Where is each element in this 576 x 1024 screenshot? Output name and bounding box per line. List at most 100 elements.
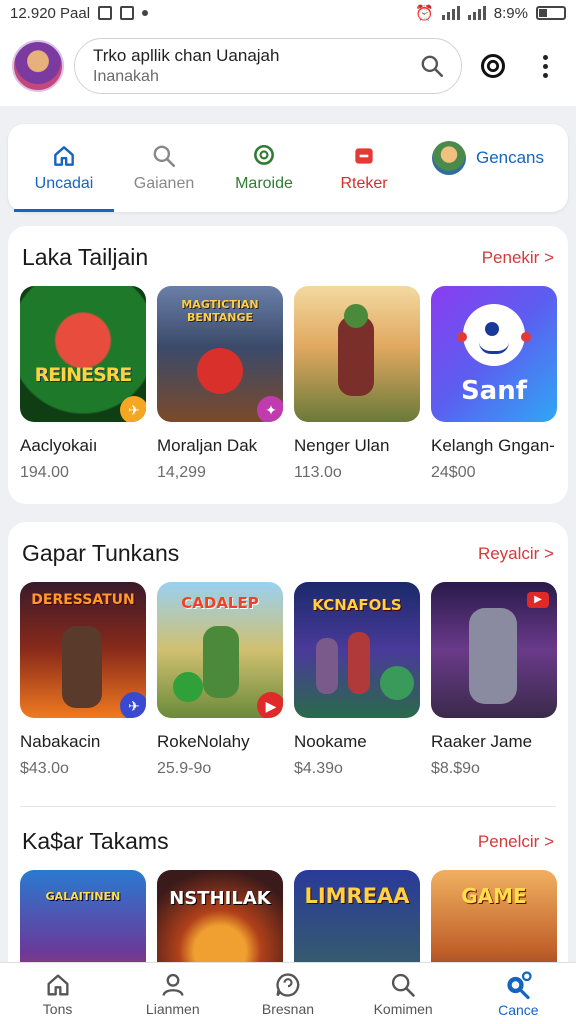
battery-percent: 8:9% [493,4,528,22]
app-card[interactable]: CADALEP ▶ RokeNolahy 25.9-9o [157,582,283,778]
app-price: $4.39o [294,760,343,777]
notification-dot-icon [142,10,149,16]
badge-icon: ✈ [120,692,146,718]
smiley-logo-icon [457,304,531,366]
app-card[interactable]: Nenger Ulan 113.0o [294,286,420,482]
app-price: $8.$9o [431,760,480,777]
tab-label: Rteker [340,175,388,192]
app-card[interactable]: ▶ Raaker Jame $8.$9o [431,582,557,778]
nav-bresnan[interactable]: Bresnan [238,971,338,1017]
thumbnail-title: KCNAFOLS [312,596,402,614]
user-avatar[interactable] [12,40,64,92]
thumbnail-title: NSTHILAK [169,888,271,909]
see-more-link[interactable]: Penekir > [482,248,554,268]
section-title: Ka$ar Takams [22,828,169,854]
tag-icon [355,148,373,164]
category-tabs: Uncadai Gaianen Maroide Rteker Gencans [8,124,568,212]
tab-gaianen[interactable]: Gaianen [114,124,214,212]
app-name: Nookame [294,732,367,751]
search-title: Trko apllik chan Uanajah [93,46,280,65]
image-icon [120,6,135,20]
search-active-icon [507,970,532,999]
search-subtitle: Inanakah [93,68,159,85]
tab-maroide[interactable]: Maroide [214,124,314,212]
tab-label: Uncadai [34,175,94,192]
see-more-link[interactable]: Penelcir > [478,832,554,852]
section-divider [20,806,556,807]
app-name: Raaker Jame [431,732,533,751]
status-bar: 12.920 Paal ⏰ 8:9% [0,0,576,26]
app-price: 24$00 [431,464,476,481]
app-name: Kelangh Gngan- [431,436,555,455]
app-thumbnail: Sanf [431,286,557,422]
person-icon [162,973,184,996]
thumbnail-title: DERESSATUN [31,592,135,608]
thumbnail-title: REINESRE [34,364,133,386]
gallery-icon [98,6,113,20]
app-price: 14,299 [157,464,206,481]
screen-cast-icon[interactable] [478,51,508,81]
app-card[interactable]: REINESRE ✈ Aaclyokaiı 194.00 [20,286,146,482]
search-icon [153,145,176,168]
chat-bubble-icon [276,972,300,997]
section-title: Gapar Tunkans [22,540,180,566]
thumbnail-title: LIMREAA [304,884,410,908]
signal-icon [467,6,486,20]
app-card[interactable]: DERESSATUN ✈ Nabakacin $43.0o [20,582,146,778]
thumbnail-title: GAME [461,884,527,908]
app-card[interactable]: KCNAFOLS Nookame $4.39o [294,582,420,778]
battery-icon [536,6,566,20]
app-name: Nabakacin [20,732,101,751]
thumbnail-title: CADALEP [181,594,259,612]
status-time: 12.920 Paal [10,4,91,22]
app-card[interactable]: MAGTICTIAN BENTANGE ✦ Moraljan Dak 14,29… [157,286,283,482]
see-more-link[interactable]: Reyalcir > [478,544,554,564]
tab-profile[interactable]: Gencans [414,124,562,212]
app-name: RokeNolahy [157,732,250,751]
alarm-icon: ⏰ [415,5,434,22]
tab-label: Gaianen [133,175,195,192]
more-options-icon[interactable] [530,51,560,81]
thumbnail-title: GALAITINEN [45,890,121,903]
nav-label: Komimen [373,1000,433,1017]
chat-icon [254,144,274,165]
tab-uncadai[interactable]: Uncadai [14,124,114,212]
app-thumbnail [294,286,420,422]
app-thumbnail: REINESRE ✈ [20,286,146,422]
thumbnail-title: Sanf [460,376,528,406]
profile-avatar [431,141,466,175]
nav-cance[interactable]: Cance [468,970,568,1018]
app-card[interactable]: Sanf Kelangh Gngan- 24$00 [431,286,557,482]
app-name: Moraljan Dak [157,436,258,455]
home-icon [54,146,74,166]
search-bar[interactable]: Trko apllik chan Uanajah Inanakah [74,38,462,94]
app-price: 194.00 [20,464,69,481]
home-icon [47,974,69,995]
app-price: 25.9-9o [157,760,212,777]
app-thumbnail: ▶ [431,582,557,718]
play-badge-icon: ▶ [527,592,549,608]
nav-komimen[interactable]: Komimen [353,971,453,1017]
top-bar: Trko apllik chan Uanajah Inanakah [0,26,576,106]
search-icon[interactable] [419,53,445,79]
search-icon [392,973,415,997]
nav-tons[interactable]: Tons [8,971,108,1017]
nav-label: Tons [42,1000,73,1017]
badge-icon: ✈ [120,396,146,422]
nav-label: Cance [498,1001,539,1018]
profile-label: Gencans [475,148,545,167]
nav-label: Bresnan [261,1000,315,1017]
app-thumbnail: MAGTICTIAN BENTANGE ✦ [157,286,283,422]
badge-icon: ✦ [257,396,283,422]
app-price: 113.0o [294,464,342,481]
thumbnail-title: MAGTICTIAN BENTANGE [181,298,259,324]
play-badge-icon: ▶ [257,692,283,718]
section-gapar-tunkans: Gapar Tunkans Reyalcir > DERESSATUN ✈ Na… [8,522,568,1006]
app-thumbnail: CADALEP ▶ [157,582,283,718]
tab-label: Maroide [235,175,293,192]
app-price: $43.0o [20,760,69,777]
section-laka-tailjain: Laka Tailjain Penekir > REINESRE ✈ Aacly… [8,226,568,504]
wifi-icon [441,6,460,20]
nav-lianmen[interactable]: Lianmen [123,971,223,1017]
tab-rteker[interactable]: Rteker [314,124,414,212]
